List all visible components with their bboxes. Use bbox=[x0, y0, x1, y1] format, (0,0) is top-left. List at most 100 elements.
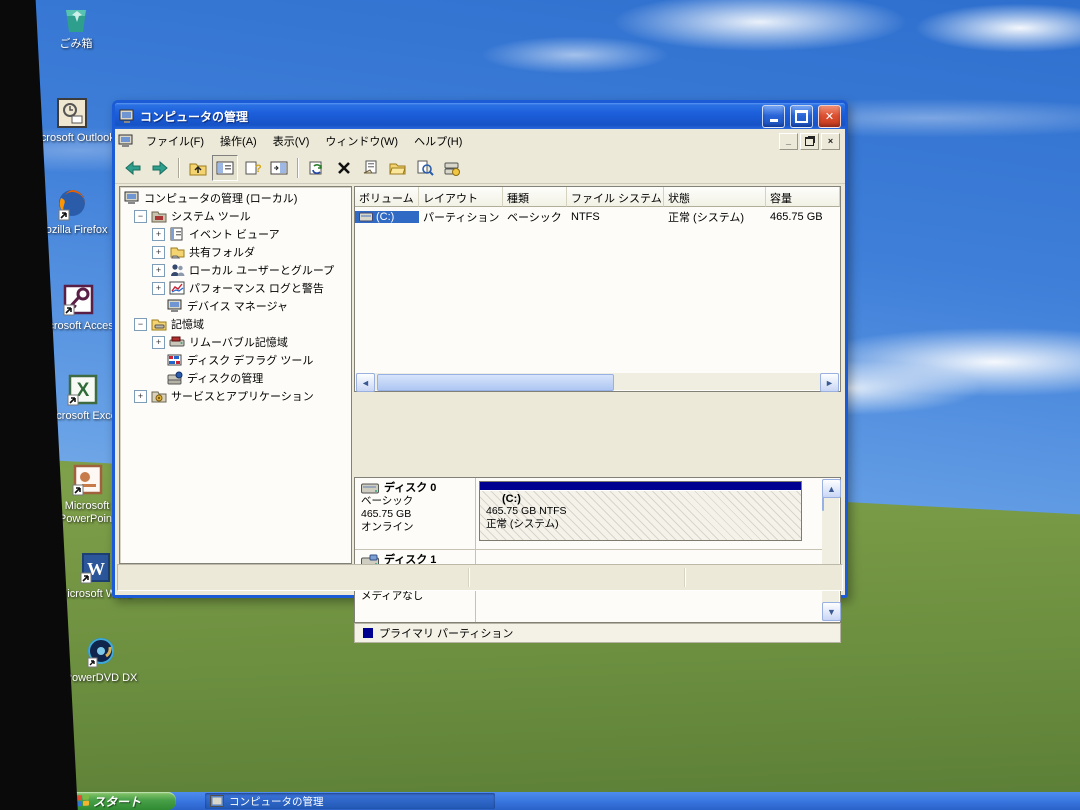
tree-item-disk-management[interactable]: ディスクの管理 bbox=[120, 369, 351, 387]
users-icon bbox=[169, 263, 185, 277]
start-button[interactable]: スタート bbox=[70, 792, 176, 810]
delete-button[interactable] bbox=[331, 155, 357, 181]
tree-item-local-users-groups[interactable]: + ローカル ユーザーとグループ bbox=[120, 261, 351, 279]
volume-cell-name: (C:) bbox=[376, 211, 394, 223]
maximize-button[interactable] bbox=[790, 105, 813, 128]
partition-c[interactable]: (C:) 465.75 GB NTFS 正常 (システム) bbox=[479, 481, 802, 541]
defragmenter-icon bbox=[167, 353, 183, 367]
help-topics-button[interactable]: ? bbox=[239, 155, 265, 181]
tree-item-storage[interactable]: − 記憶域 bbox=[120, 315, 351, 333]
menu-action[interactable]: 操作(A) bbox=[212, 130, 265, 152]
column-header-layout[interactable]: レイアウト bbox=[419, 187, 503, 207]
desktop-icon-recycle-bin[interactable]: ごみ箱 bbox=[30, 2, 122, 51]
column-header-type[interactable]: 種類 bbox=[503, 187, 567, 207]
volume-row-c[interactable]: (C:) パーティション ベーシック NTFS 正常 (システム) 465.75… bbox=[355, 207, 840, 226]
menu-window[interactable]: ウィンドウ(W) bbox=[317, 130, 406, 152]
column-header-volume[interactable]: ボリューム bbox=[355, 187, 419, 207]
services-icon bbox=[151, 389, 167, 403]
expand-box[interactable]: + bbox=[152, 246, 165, 259]
tree-item-label: 共有フォルダ bbox=[189, 244, 255, 260]
storage-folder-icon bbox=[151, 317, 167, 331]
expand-box[interactable]: + bbox=[152, 264, 165, 277]
action-pane-button[interactable] bbox=[266, 155, 292, 181]
show-hide-console-tree-button[interactable] bbox=[212, 155, 238, 181]
child-restore-button[interactable] bbox=[800, 133, 819, 150]
tree-item-label: サービスとアプリケーション bbox=[171, 388, 314, 404]
back-button[interactable] bbox=[120, 155, 146, 181]
toolbar: ? bbox=[115, 153, 845, 184]
disk-status: オンライン bbox=[361, 521, 473, 534]
menu-help[interactable]: ヘルプ(H) bbox=[406, 130, 470, 152]
tree-item-performance-logs[interactable]: + パフォーマンス ログと警告 bbox=[120, 279, 351, 297]
expand-box[interactable]: + bbox=[134, 390, 147, 403]
collapse-box[interactable]: − bbox=[134, 210, 147, 223]
disk-0-info[interactable]: ディスク 0 ベーシック 465.75 GB オンライン bbox=[355, 478, 476, 549]
refresh-button[interactable] bbox=[304, 155, 330, 181]
volume-cell-capacity: 465.75 GB bbox=[766, 211, 840, 223]
up-one-level-button[interactable] bbox=[185, 155, 211, 181]
desktop-icon-label: ごみ箱 bbox=[30, 38, 122, 51]
disk-status: メディアなし bbox=[361, 590, 473, 603]
taskbar-item-computer-management[interactable]: コンピュータの管理 bbox=[205, 793, 495, 809]
menu-file[interactable]: ファイル(F) bbox=[138, 130, 212, 152]
tree-item-label: 記憶域 bbox=[171, 316, 204, 332]
forward-button[interactable] bbox=[147, 155, 173, 181]
device-manager-icon bbox=[167, 299, 183, 313]
collapse-box[interactable]: − bbox=[134, 318, 147, 331]
expand-box[interactable]: + bbox=[152, 228, 165, 241]
tree-item-device-manager[interactable]: デバイス マネージャ bbox=[120, 297, 351, 315]
horizontal-scroll-thumb[interactable] bbox=[377, 374, 614, 391]
tree-item-computer-management-root[interactable]: コンピュータの管理 (ローカル) bbox=[120, 189, 351, 207]
column-header-capacity[interactable]: 容量 bbox=[766, 187, 840, 207]
removable-storage-icon bbox=[169, 335, 185, 349]
tree-item-label: パフォーマンス ログと警告 bbox=[189, 280, 324, 296]
action-pane-icon bbox=[270, 160, 288, 176]
powerdvd-dx-icon bbox=[84, 636, 118, 670]
vertical-scroll-thumb[interactable] bbox=[822, 497, 824, 511]
child-close-button[interactable]: × bbox=[821, 133, 840, 150]
tree-item-label: コンピュータの管理 (ローカル) bbox=[144, 190, 297, 206]
scroll-down-arrow[interactable]: ▼ bbox=[822, 602, 841, 621]
volume-list-pane[interactable]: ボリューム レイアウト 種類 ファイル システム 状態 容量 (C:) パーティ… bbox=[354, 186, 841, 392]
column-header-filesystem[interactable]: ファイル システム bbox=[567, 187, 664, 207]
details-pane: ボリューム レイアウト 種類 ファイル システム 状態 容量 (C:) パーティ… bbox=[354, 186, 841, 560]
find-button[interactable] bbox=[412, 155, 438, 181]
up-folder-icon bbox=[189, 160, 207, 176]
tree-item-removable-storage[interactable]: + リムーバブル記憶域 bbox=[120, 333, 351, 351]
console-tree-pane[interactable]: コンピュータの管理 (ローカル) − システム ツール + イベント ビューア … bbox=[119, 186, 352, 564]
tree-item-system-tools[interactable]: − システム ツール bbox=[120, 207, 351, 225]
menu-view[interactable]: 表示(V) bbox=[265, 130, 318, 152]
scroll-right-arrow[interactable]: ► bbox=[820, 373, 839, 392]
properties-icon bbox=[362, 160, 380, 176]
tree-item-event-viewer[interactable]: + イベント ビューア bbox=[120, 225, 351, 243]
expand-box[interactable]: + bbox=[152, 336, 165, 349]
volume-list-header: ボリューム レイアウト 種類 ファイル システム 状態 容量 bbox=[355, 187, 840, 207]
taskbar-item-icon bbox=[210, 795, 224, 807]
scroll-left-arrow[interactable]: ◄ bbox=[356, 373, 375, 392]
open-folder-button[interactable] bbox=[385, 155, 411, 181]
tree-item-shared-folders[interactable]: + 共有フォルダ bbox=[120, 243, 351, 261]
delete-x-icon bbox=[336, 160, 352, 176]
refresh-icon bbox=[308, 160, 326, 176]
column-header-status[interactable]: 状態 bbox=[664, 187, 766, 207]
properties-button[interactable] bbox=[358, 155, 384, 181]
windows-flag-icon bbox=[76, 795, 89, 808]
recycle-bin-icon bbox=[59, 2, 93, 36]
child-minimize-button[interactable]: _ bbox=[779, 133, 798, 150]
mmc-console-icon bbox=[118, 134, 134, 148]
vertical-scrollbar[interactable]: ▲ ▼ bbox=[822, 479, 839, 621]
disk-tools-button[interactable] bbox=[439, 155, 465, 181]
tree-item-label: ローカル ユーザーとグループ bbox=[189, 262, 334, 278]
system-tools-icon bbox=[151, 209, 167, 223]
window-titlebar[interactable]: コンピュータの管理 ✕ bbox=[115, 103, 845, 129]
disk-0-row[interactable]: ディスク 0 ベーシック 465.75 GB オンライン (C:) 465.75… bbox=[355, 478, 805, 549]
minimize-button[interactable] bbox=[762, 105, 785, 128]
tree-item-disk-defragmenter[interactable]: ディスク デフラグ ツール bbox=[120, 351, 351, 369]
scroll-up-arrow[interactable]: ▲ bbox=[822, 479, 841, 498]
close-button[interactable]: ✕ bbox=[818, 105, 841, 128]
expand-box[interactable]: + bbox=[152, 282, 165, 295]
volume-cell-status: 正常 (システム) bbox=[664, 209, 766, 225]
tree-item-services-applications[interactable]: + サービスとアプリケーション bbox=[120, 387, 351, 405]
tree-item-label: イベント ビューア bbox=[189, 226, 280, 242]
horizontal-scrollbar[interactable]: ◄ ► bbox=[356, 373, 839, 390]
